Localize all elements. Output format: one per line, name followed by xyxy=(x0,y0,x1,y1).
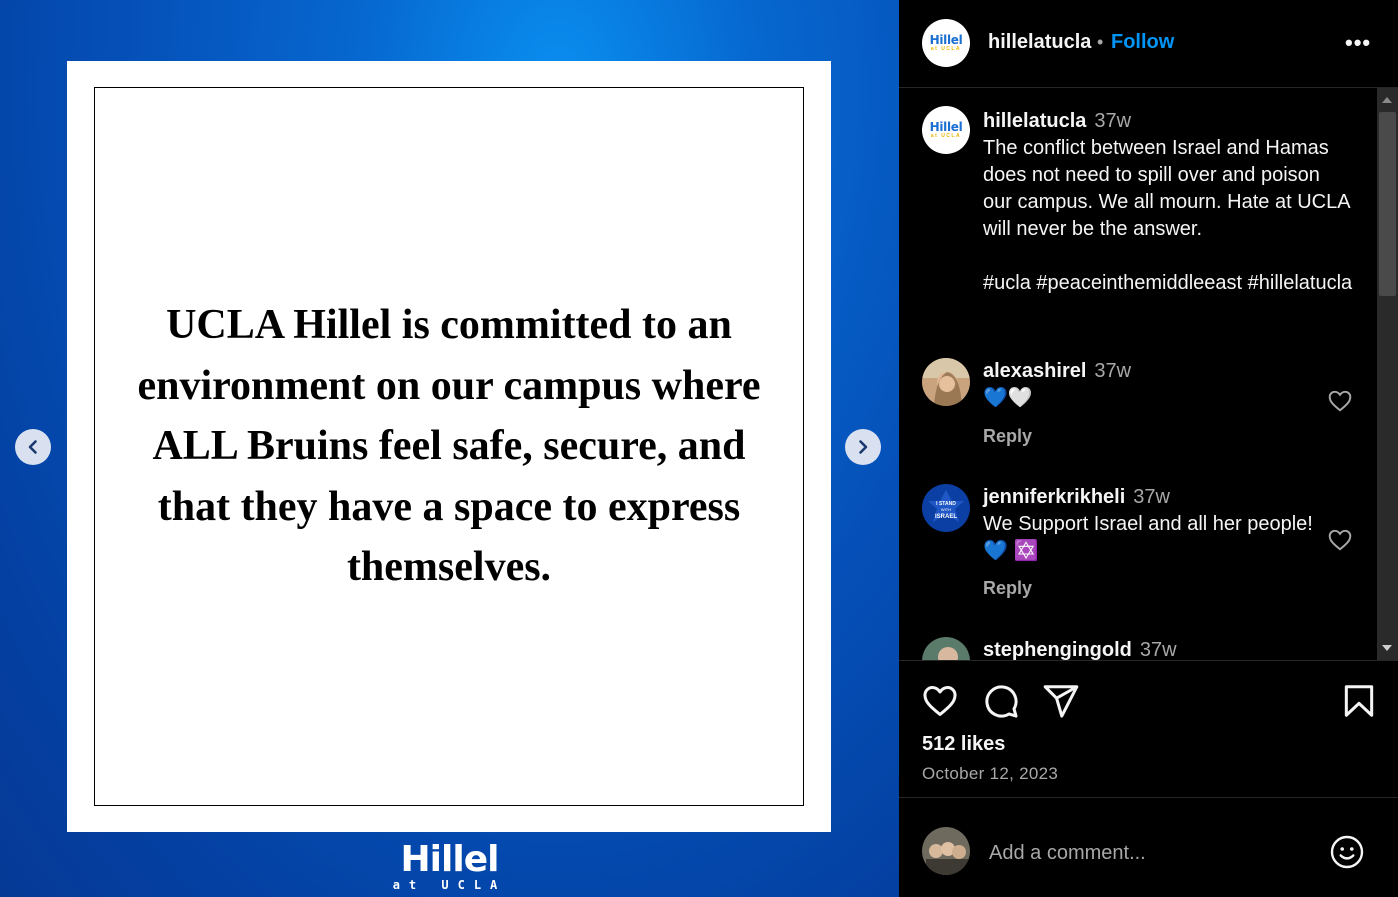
avatar[interactable] xyxy=(922,637,970,660)
comment-time: 37w xyxy=(1133,486,1170,508)
comment-username[interactable]: jenniferkrikheli xyxy=(983,486,1125,508)
caption-body: hillelatucla 37w The conflict between Isr… xyxy=(983,108,1353,297)
avatar[interactable] xyxy=(922,827,970,875)
caption-username[interactable]: hillelatucla xyxy=(983,110,1086,132)
add-comment-input[interactable] xyxy=(989,838,1309,868)
post-header: Hillel at UCLA hillelatucla • Follow ••• xyxy=(899,0,1398,88)
post-actions: 512 likes October 12, 2023 xyxy=(899,660,1398,797)
more-options-button[interactable]: ••• xyxy=(1345,30,1371,56)
comment-text: 💙🤍 xyxy=(983,387,1033,409)
hillel-logo: Hillel at UCLA xyxy=(392,839,507,893)
svg-text:WITH: WITH xyxy=(941,507,951,512)
post-image-text: UCLA Hillel is committed to an environme… xyxy=(137,302,761,591)
comment-body: jenniferkrikheli 37w We Support Israel an… xyxy=(983,484,1323,565)
post-image-card: UCLA Hillel is committed to an environme… xyxy=(67,61,831,832)
post-media: UCLA Hillel is committed to an environme… xyxy=(0,0,899,897)
hillel-logo-main: Hillel xyxy=(400,839,500,880)
header-separator: • xyxy=(1097,32,1104,52)
avatar-logo-main: Hillel xyxy=(929,33,963,47)
profile-photo-icon xyxy=(922,827,970,875)
comment-time: 37w xyxy=(1094,360,1132,382)
post-image-frame: UCLA Hillel is committed to an environme… xyxy=(94,87,804,806)
hillel-logo-sub: at UCLA xyxy=(392,878,507,892)
profile-photo-icon xyxy=(922,358,970,406)
comment-text: We Support Israel and all her people! 💙 … xyxy=(983,513,1313,562)
avatar[interactable] xyxy=(922,358,970,406)
share-icon[interactable] xyxy=(1042,682,1080,720)
caption-avatar-logo-sub: at UCLA xyxy=(930,133,962,139)
heart-icon[interactable] xyxy=(1327,527,1353,553)
comment-icon[interactable] xyxy=(982,682,1020,720)
svg-text:ISRAEL: ISRAEL xyxy=(935,514,957,520)
emoji-icon[interactable] xyxy=(1329,834,1365,870)
chevron-right-icon xyxy=(859,440,868,454)
bookmark-icon[interactable] xyxy=(1340,682,1378,720)
comment-username[interactable]: stephengingold xyxy=(983,639,1132,660)
heart-icon[interactable] xyxy=(921,682,959,720)
caption-text: The conflict between Israel and Hamas do… xyxy=(983,137,1353,294)
reply-button[interactable]: Reply xyxy=(983,578,1032,599)
next-image-button[interactable] xyxy=(845,429,881,465)
scroll-down-arrow-icon[interactable] xyxy=(1382,645,1392,651)
reply-button[interactable]: Reply xyxy=(983,426,1032,447)
profile-photo-icon xyxy=(922,637,970,660)
avatar-logo-sub: at UCLA xyxy=(930,46,962,52)
avatar[interactable]: I STAND WITH ISRAEL xyxy=(922,484,970,532)
comment-username[interactable]: alexashirel xyxy=(983,360,1086,382)
likes-count[interactable]: 512 likes xyxy=(922,733,1005,756)
comment-body: stephengingold 37w xyxy=(983,637,1323,660)
profile-photo-icon: I STAND WITH ISRAEL xyxy=(922,484,970,532)
comment-body: alexashirel 37w 💙🤍 xyxy=(983,358,1323,412)
avatar[interactable]: Hillel at UCLA xyxy=(922,19,970,67)
add-comment-bar xyxy=(899,797,1398,897)
chevron-left-icon xyxy=(28,440,37,454)
follow-button[interactable]: Follow xyxy=(1111,31,1174,54)
caption-avatar-logo-main: Hillel xyxy=(929,120,963,134)
post-side-panel: Hillel at UCLA hillelatucla • Follow •••… xyxy=(899,0,1398,897)
post-date: October 12, 2023 xyxy=(922,764,1059,783)
caption-time: 37w xyxy=(1094,110,1132,132)
previous-image-button[interactable] xyxy=(15,429,51,465)
scroll-up-arrow-icon[interactable] xyxy=(1382,97,1392,103)
heart-icon[interactable] xyxy=(1327,388,1353,414)
scroll-thumb[interactable] xyxy=(1379,112,1396,296)
comment-time: 37w xyxy=(1139,639,1177,660)
header-username-link[interactable]: hillelatucla xyxy=(988,31,1091,54)
comments-scrollbar[interactable] xyxy=(1377,88,1398,660)
comments-list[interactable]: Hillel at UCLA hillelatucla 37w The confl… xyxy=(899,88,1377,660)
caption-avatar[interactable]: Hillel at UCLA xyxy=(922,106,970,154)
